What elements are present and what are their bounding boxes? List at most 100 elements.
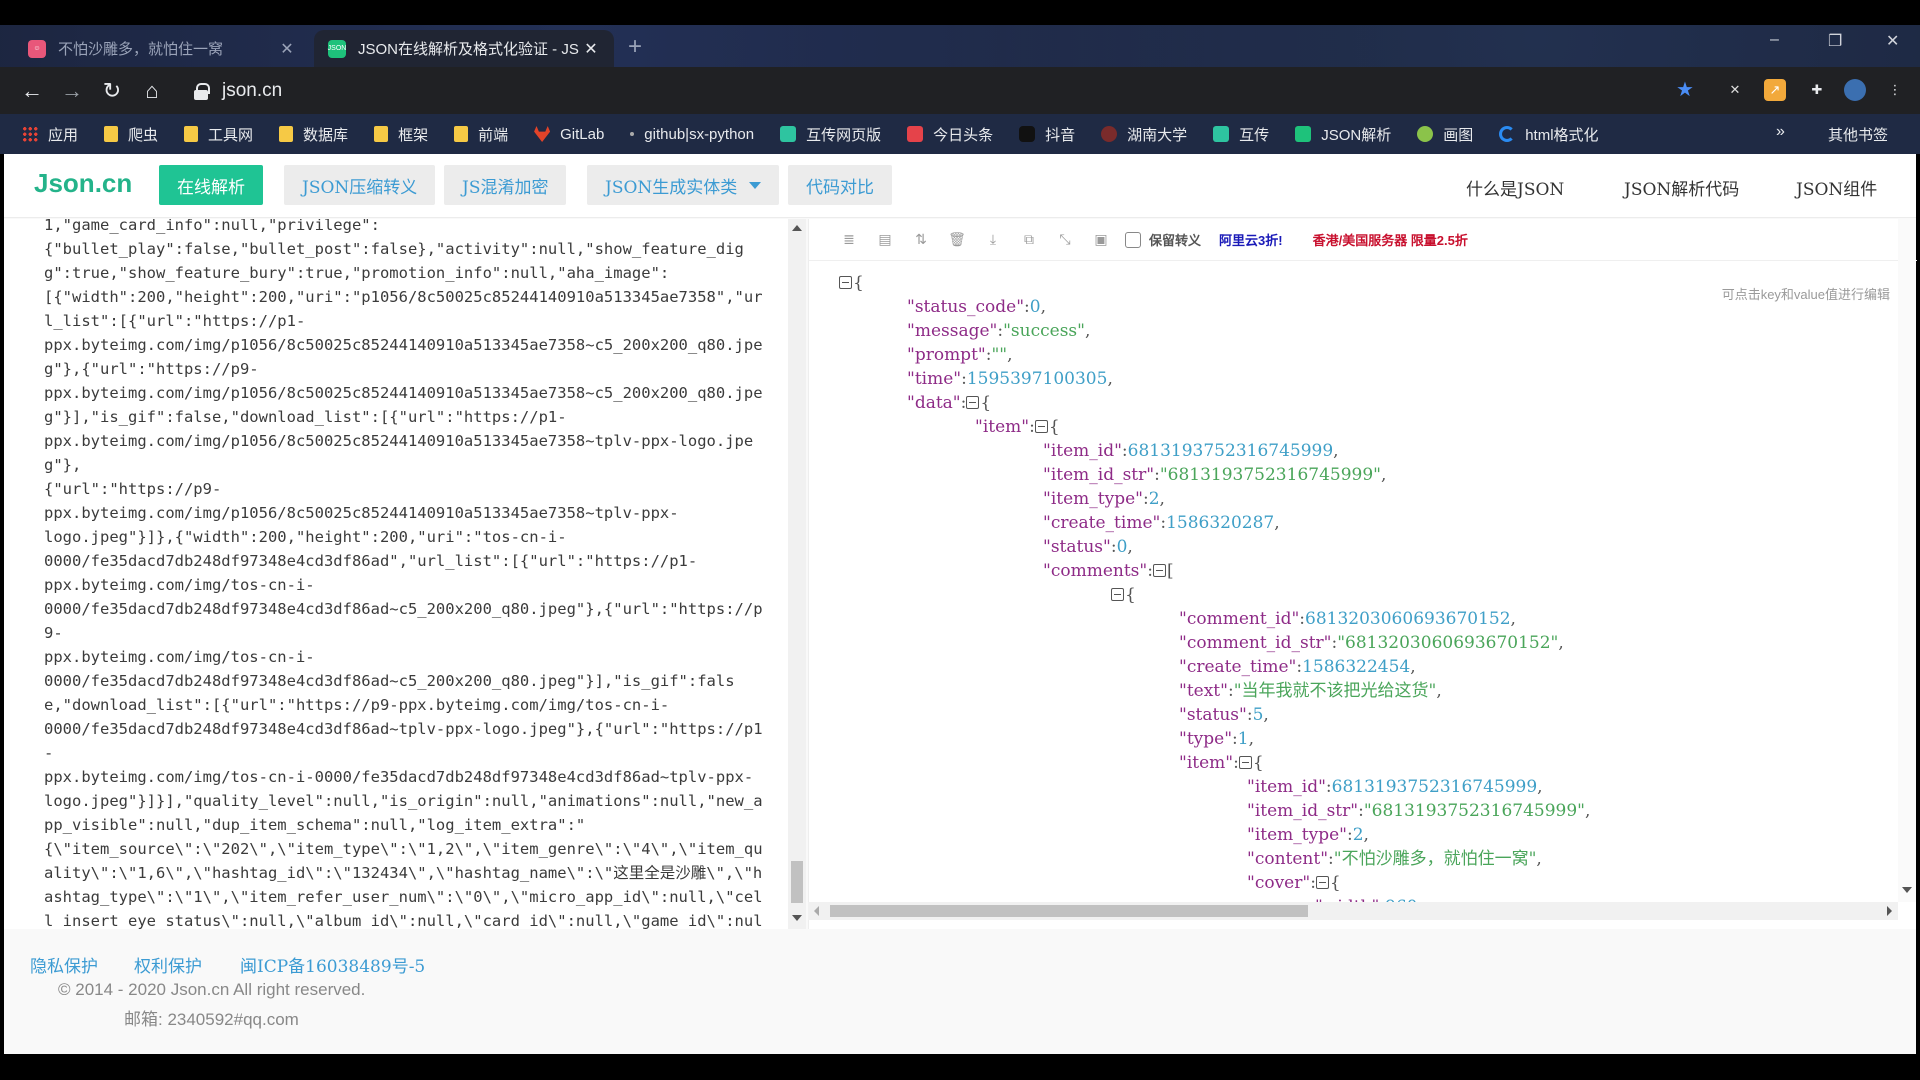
- tab-json-cn[interactable]: JSON JSON在线解析及格式化验证 - JS ✕: [314, 30, 614, 67]
- compress-icon[interactable]: ⤡: [1047, 230, 1083, 250]
- bookmark-toutiao[interactable]: 今日头条: [907, 124, 993, 145]
- tree-key[interactable]: "comments": [1043, 561, 1147, 581]
- tree-key[interactable]: "item": [975, 417, 1029, 437]
- tree-row[interactable]: "create_time":1586322454,: [1179, 655, 1416, 679]
- link-json-code[interactable]: JSON解析代码: [1624, 175, 1739, 200]
- nav-tab-json-to-class[interactable]: JSON生成实体类: [587, 165, 780, 205]
- tree-key[interactable]: "item_id_str": [1043, 465, 1154, 485]
- tab-ppx[interactable]: ☺ 不怕沙雕多，就怕住一窝 ✕: [14, 30, 310, 67]
- tree-row[interactable]: "status_code":0,: [907, 295, 1046, 319]
- extension-x-icon[interactable]: ✕: [1724, 79, 1746, 101]
- tree-key[interactable]: "time": [907, 369, 961, 389]
- tree-key[interactable]: "create_time": [1043, 513, 1160, 533]
- extension-chart-icon[interactable]: ↗: [1764, 79, 1786, 101]
- bookmark-folder[interactable]: 爬虫: [104, 124, 158, 145]
- server-ad-link[interactable]: 香港/美国服务器 限量2.5折: [1313, 230, 1468, 249]
- tree-key[interactable]: "cover": [1247, 873, 1310, 893]
- collapse-toggle-icon[interactable]: [1315, 876, 1329, 889]
- scroll-left-icon[interactable]: [814, 906, 819, 916]
- tree-key[interactable]: "text": [1179, 681, 1228, 701]
- nav-tab-json-compress[interactable]: JSON压缩转义: [284, 165, 436, 205]
- delete-icon[interactable]: 🗑: [939, 230, 975, 250]
- tree-key[interactable]: "item_id_str": [1247, 801, 1358, 821]
- tree-key[interactable]: "item_type": [1043, 489, 1143, 509]
- tree-key[interactable]: "create_time": [1179, 657, 1296, 677]
- tree-key[interactable]: "type": [1179, 729, 1232, 749]
- tree-value[interactable]: "success": [1003, 321, 1085, 341]
- tree-key[interactable]: "item_id": [1043, 441, 1122, 461]
- tree-row[interactable]: "message":"success",: [907, 319, 1090, 343]
- tree-value[interactable]: 1586320287: [1166, 513, 1274, 533]
- bookmarks-overflow-button[interactable]: »: [1776, 123, 1785, 141]
- bookmark-draw[interactable]: 画图: [1417, 124, 1473, 145]
- tree-row[interactable]: "item_id_str":"6813193752316745999",: [1247, 799, 1590, 823]
- tree-key[interactable]: "status": [1043, 537, 1111, 557]
- tree-value[interactable]: "不怕沙雕多，就怕住一窝": [1334, 849, 1537, 869]
- back-button[interactable]: ←: [12, 78, 52, 104]
- tree-key[interactable]: "status_code": [907, 297, 1024, 317]
- tree-row[interactable]: "item_id":6813193752316745999,: [1247, 775, 1543, 799]
- tree-value[interactable]: "": [991, 345, 1007, 365]
- format-db-icon[interactable]: ≣: [831, 230, 867, 250]
- bookmark-json[interactable]: JSON解析: [1295, 124, 1391, 145]
- tree-row[interactable]: "content":"不怕沙雕多，就怕住一窝",: [1247, 847, 1542, 871]
- tree-row[interactable]: "prompt":"",: [907, 343, 1013, 367]
- tree-value[interactable]: 2: [1353, 825, 1364, 845]
- link-json-components[interactable]: JSON组件: [1796, 175, 1877, 200]
- rights-link[interactable]: 权利保护: [134, 952, 202, 977]
- collapse-toggle-icon[interactable]: [839, 276, 852, 289]
- tree-value[interactable]: "6813203060693670152": [1337, 633, 1558, 653]
- bookmark-hucuan[interactable]: 互传: [1213, 124, 1269, 145]
- site-logo[interactable]: Json.cn: [34, 168, 132, 199]
- tree-value[interactable]: 1586322454: [1302, 657, 1410, 677]
- share-icon[interactable]: ▣: [1083, 230, 1119, 250]
- nav-tab-online-parse[interactable]: 在线解析: [159, 165, 263, 205]
- collapse-toggle-icon[interactable]: [1152, 564, 1166, 577]
- bookmark-github[interactable]: github|sx-python: [630, 126, 754, 143]
- maximize-button[interactable]: ❐: [1828, 31, 1842, 51]
- download-icon[interactable]: ⤓: [975, 230, 1011, 250]
- collapse-toggle-icon[interactable]: [1238, 756, 1252, 769]
- collapse-toggle-icon[interactable]: [966, 396, 980, 409]
- reload-button[interactable]: ↻: [92, 78, 132, 104]
- tree-row[interactable]: "create_time":1586320287,: [1043, 511, 1280, 535]
- home-button[interactable]: ⌂: [132, 78, 172, 104]
- collapse-toggle-icon[interactable]: [1034, 420, 1048, 433]
- tree-row[interactable]: "item": {: [1179, 751, 1264, 775]
- scroll-up-icon[interactable]: [792, 225, 802, 231]
- tree-key[interactable]: "item_id": [1247, 777, 1326, 797]
- forward-button[interactable]: →: [52, 78, 92, 104]
- close-tab-icon[interactable]: ✕: [278, 39, 296, 59]
- bookmark-apps[interactable]: 应用: [22, 124, 78, 145]
- bookmark-gitlab[interactable]: GitLab: [534, 126, 604, 143]
- tree-row[interactable]: {: [839, 271, 864, 295]
- tree-value[interactable]: 0: [1117, 537, 1128, 557]
- tree-value[interactable]: "6813193752316745999": [1364, 801, 1585, 821]
- tree-value[interactable]: 1595397100305: [967, 369, 1108, 389]
- tree-row[interactable]: "status":5,: [1179, 703, 1269, 727]
- bookmark-douyin[interactable]: 抖音: [1019, 124, 1075, 145]
- tree-value[interactable]: "6813193752316745999": [1160, 465, 1381, 485]
- tree-key[interactable]: "message": [907, 321, 997, 341]
- tree-horizontal-scrollbar[interactable]: [808, 902, 1898, 920]
- link-what-is-json[interactable]: 什么是JSON: [1466, 175, 1564, 200]
- scroll-right-icon[interactable]: [1887, 906, 1892, 916]
- tree-key[interactable]: "prompt": [907, 345, 986, 365]
- bookmark-folder[interactable]: 框架: [374, 124, 428, 145]
- tree-row[interactable]: "item": {: [975, 415, 1060, 439]
- collapse-toggle-icon[interactable]: [1111, 588, 1124, 601]
- tree-key[interactable]: "status": [1179, 705, 1247, 725]
- bookmark-folder[interactable]: 数据库: [279, 124, 348, 145]
- copy-icon[interactable]: ⧉: [1011, 230, 1047, 250]
- new-tab-button[interactable]: +: [628, 33, 642, 61]
- tree-value[interactable]: 2: [1149, 489, 1160, 509]
- profile-avatar[interactable]: [1844, 79, 1866, 101]
- close-window-button[interactable]: ✕: [1886, 31, 1899, 51]
- tree-value[interactable]: 6813203060693670152: [1305, 609, 1511, 629]
- json-input-textarea[interactable]: 1,"game_card_info":null,"privilege": {"b…: [4, 219, 788, 929]
- tree-value[interactable]: 0: [1030, 297, 1041, 317]
- scrollbar-thumb[interactable]: [791, 861, 803, 903]
- tree-key[interactable]: "content": [1247, 849, 1328, 869]
- privacy-link[interactable]: 隐私保护: [30, 952, 98, 977]
- tree-row[interactable]: "data":{: [907, 391, 991, 415]
